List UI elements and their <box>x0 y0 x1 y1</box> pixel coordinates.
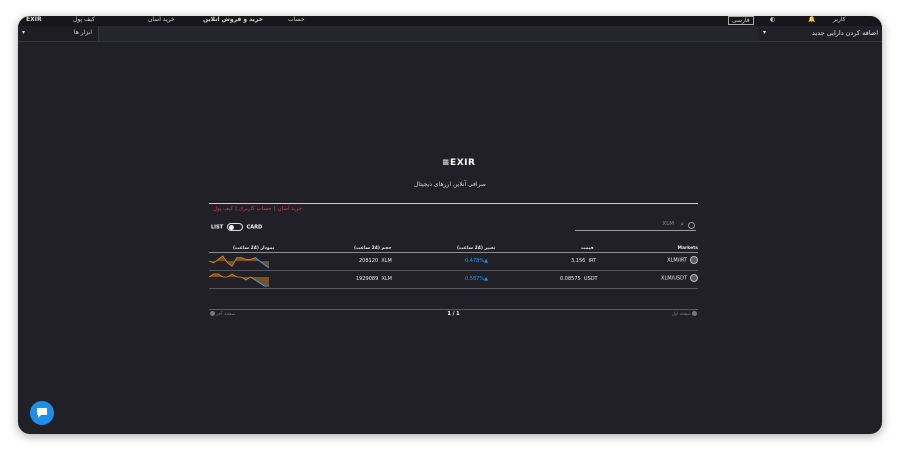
link-quick-buy[interactable]: خرید آسان <box>276 206 304 212</box>
nav-quick-buy[interactable]: خرید آسان <box>148 16 175 23</box>
table-row[interactable]: 1929089 XLM 0.587%▲ 0.08575 USDT XLM/USD… <box>209 271 698 289</box>
theme-toggle[interactable]: ◐ <box>770 16 775 23</box>
tagline: صرافی آنلاین ارزهای دیجیتال <box>414 181 486 188</box>
top-nav-bar: EXIR کیف پول خرید آسان خرید و فروش آنلای… <box>18 16 882 26</box>
add-asset-label: اضافه کردن دارایی جدید <box>812 29 878 37</box>
col-change: تغییر (24 ساعت) <box>457 246 496 251</box>
secondary-bar: ▾ ابزار ها ▾ اضافه کردن دارایی جدید <box>18 26 882 42</box>
sparkline-chart <box>209 273 269 287</box>
tools-label: ابزار ها <box>73 29 92 36</box>
ticker-strip <box>98 26 758 41</box>
price-value: 0.08575 USDT <box>560 276 598 282</box>
col-price: قیمت <box>581 246 594 251</box>
price-value: 3,156 IRT <box>571 258 597 264</box>
market-search[interactable]: XLM ⌕ <box>575 220 696 231</box>
col-chart: نمودار (24 ساعت) <box>233 246 275 251</box>
market-name: XLM/USDT <box>661 274 698 282</box>
market-name: XLM/IRT <box>667 256 698 264</box>
quick-links: کیف پول | حساب کاربری | خرید آسان <box>211 206 304 212</box>
arrow-up-icon: ▲ <box>484 258 488 264</box>
chevron-down-icon: ▾ <box>22 29 26 36</box>
chevron-down-icon: ▾ <box>763 29 767 36</box>
clear-icon[interactable] <box>688 222 695 229</box>
chat-bubble-icon <box>37 408 47 418</box>
exir-logo: ≡EXIR <box>442 158 475 168</box>
notifications-icon[interactable]: 🔔 <box>808 16 815 23</box>
first-page-button[interactable]: صفحه اول <box>671 311 698 317</box>
markets-table: نمودار (24 ساعت) حجم (24 ساعت) تغییر (24… <box>209 243 698 289</box>
page-indicator: 1 / 1 <box>447 311 460 317</box>
sparkline-area <box>209 274 269 286</box>
link-account[interactable]: حساب کاربری <box>237 206 274 212</box>
list-card-switch[interactable] <box>226 223 243 231</box>
dot-icon <box>692 311 697 316</box>
brand-logo[interactable]: EXIR <box>26 16 42 23</box>
user-menu[interactable]: کاربر <box>833 16 846 23</box>
switch-knob <box>228 225 234 230</box>
pagination: صفحه آخر 1 / 1 صفحه اول <box>209 309 698 319</box>
change-value: 0.587%▲ <box>465 276 488 282</box>
volume-value: 1929089 XLM <box>356 276 392 282</box>
app-window: EXIR کیف پول خرید آسان خرید و فروش آنلای… <box>18 16 882 434</box>
nav-account[interactable]: حساب <box>288 16 305 23</box>
stellar-coin-icon <box>690 274 698 282</box>
search-input[interactable]: XLM <box>662 221 674 227</box>
col-markets: Markets <box>677 246 699 251</box>
page-title: خرید و فروش آنلاین <box>203 16 263 23</box>
table-header: نمودار (24 ساعت) حجم (24 ساعت) تغییر (24… <box>209 243 698 253</box>
view-toggle: LIST CARD <box>211 223 262 231</box>
table-row[interactable]: 208120 XLM 0.478%▲ 3,156 IRT XLM/IRT <box>209 253 698 271</box>
search-icon: ⌕ <box>680 220 684 228</box>
divider <box>209 203 698 204</box>
sparkline-line <box>209 255 269 269</box>
logo-mark-icon: ≡ <box>442 158 451 168</box>
tools-dropdown[interactable]: ▾ ابزار ها <box>18 26 98 41</box>
add-asset-dropdown[interactable]: ▾ اضافه کردن دارایی جدید <box>758 26 882 41</box>
language-selector[interactable]: فارسی <box>728 16 754 25</box>
volume-value: 208120 XLM <box>359 258 392 264</box>
sparkline-chart <box>209 255 269 269</box>
stellar-coin-icon <box>690 256 698 264</box>
list-label: LIST <box>211 224 224 231</box>
link-wallet[interactable]: کیف پول <box>211 206 235 212</box>
col-volume: حجم (24 ساعت) <box>354 246 392 251</box>
change-value: 0.478%▲ <box>465 258 488 264</box>
card-label: CARD <box>246 224 263 231</box>
arrow-up-icon: ▲ <box>484 276 488 282</box>
chat-button[interactable] <box>30 401 54 425</box>
nav-wallet[interactable]: کیف پول <box>73 16 95 23</box>
logo-text: EXIR <box>450 158 476 168</box>
